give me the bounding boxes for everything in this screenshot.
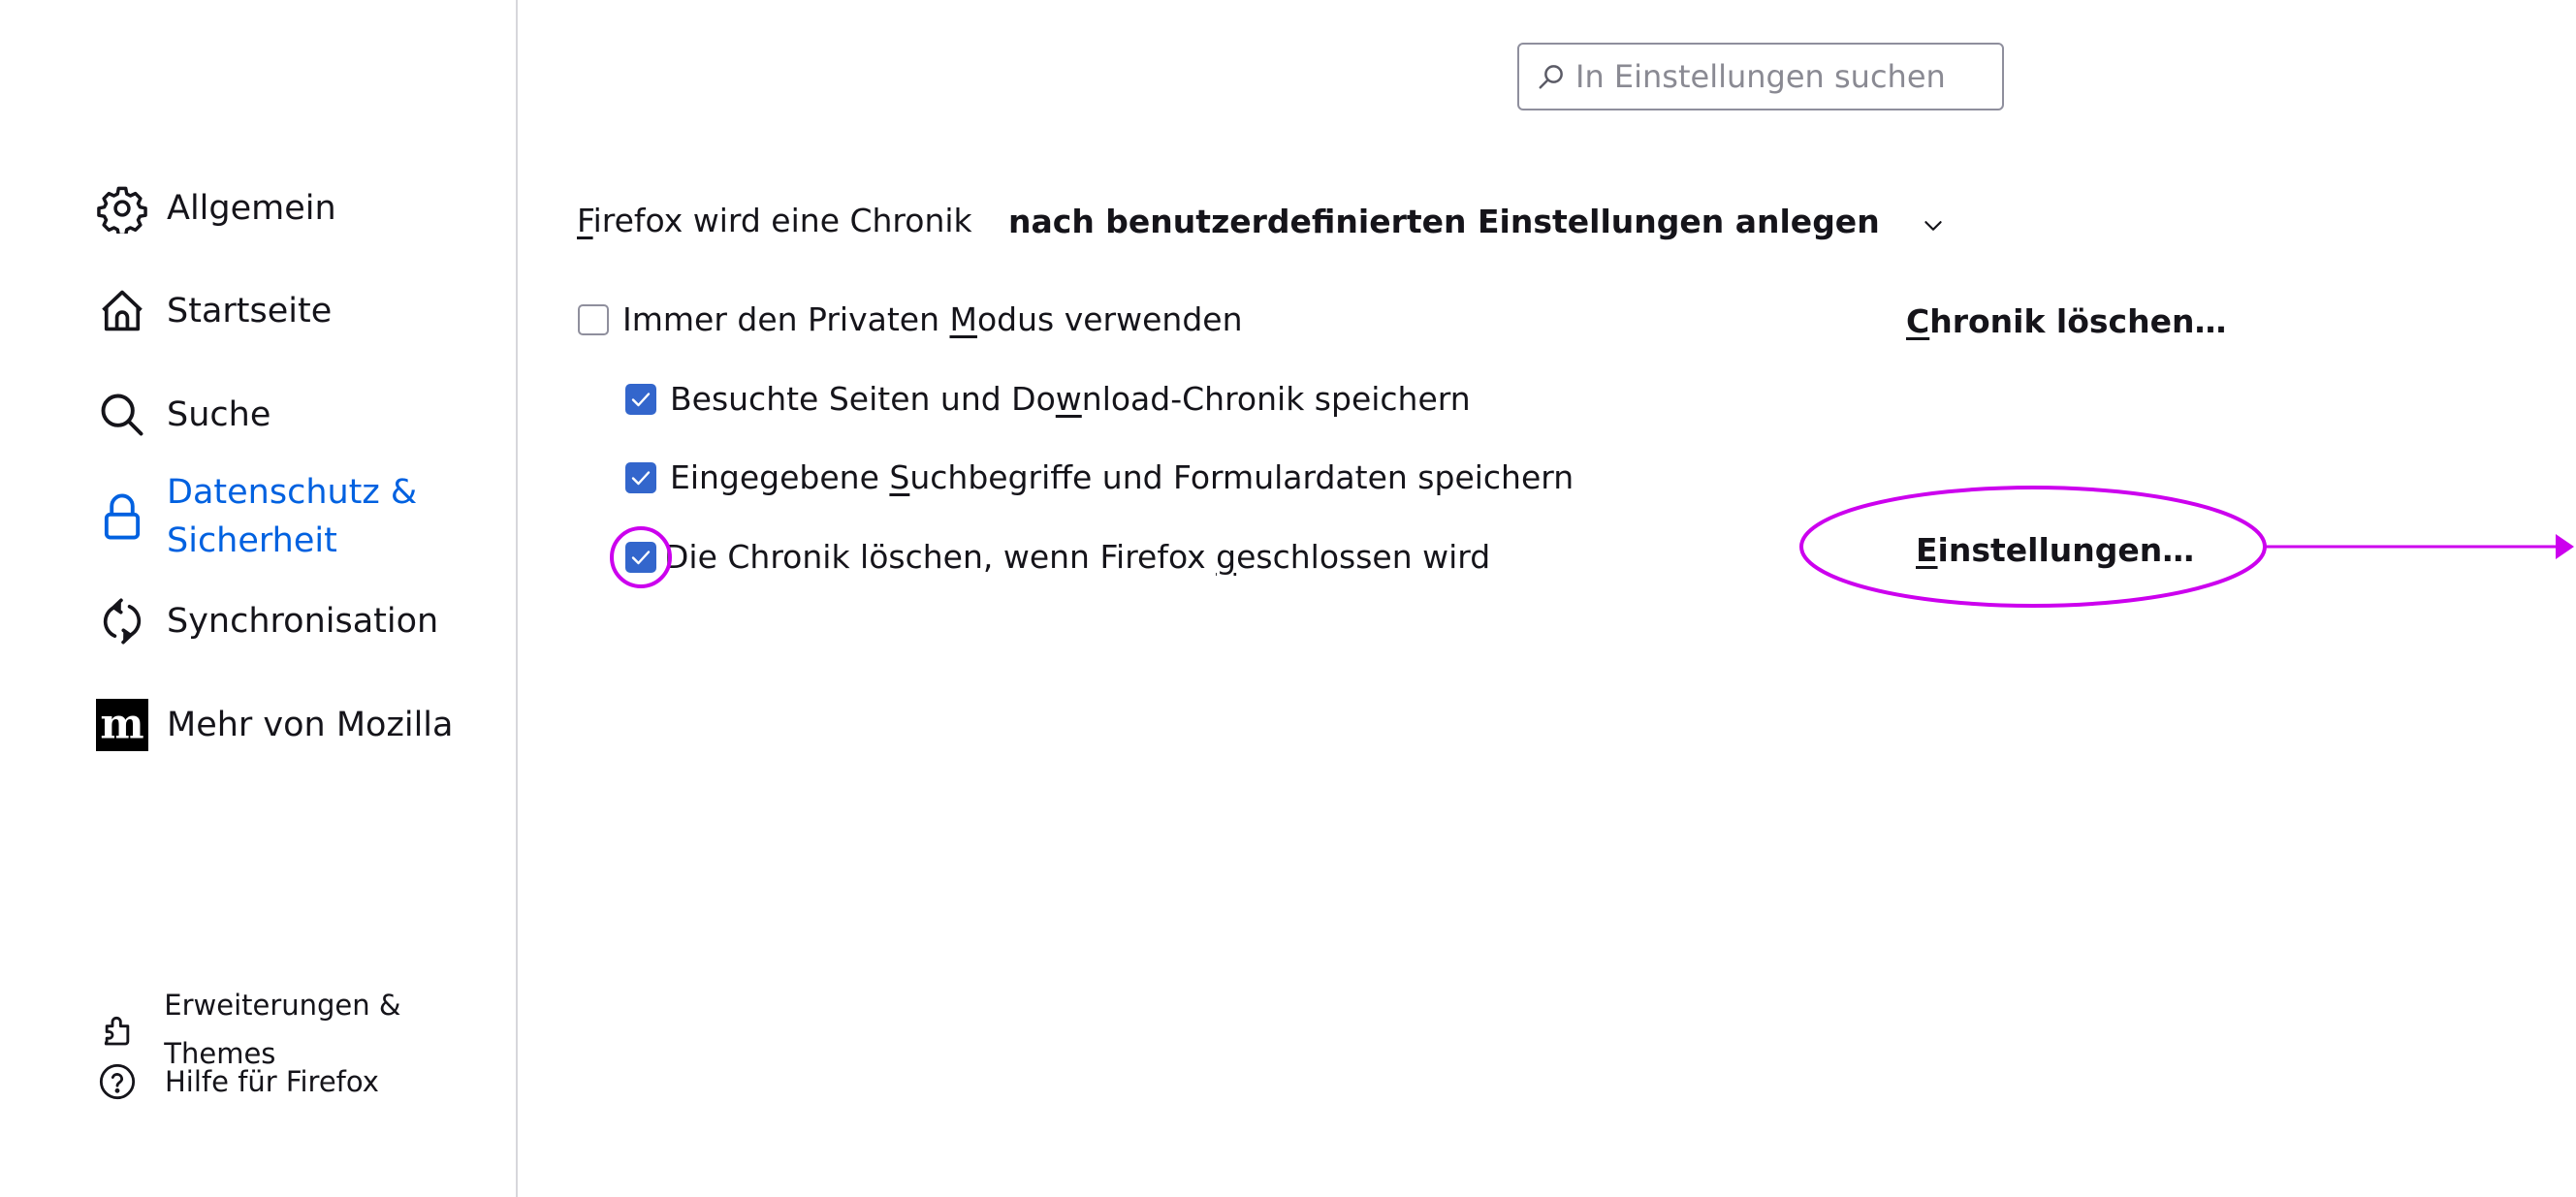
private-mode-checkbox-row[interactable]: Immer den Privaten Modus verwenden: [578, 298, 1243, 342]
chevron-down-icon: [1921, 208, 1946, 234]
access-key: w: [1055, 380, 1082, 418]
label-text: Besuchte Seiten und Do: [670, 380, 1056, 418]
history-mode-label: Firefox wird eine Chronik: [577, 199, 972, 243]
sidebar-item-startseite[interactable]: Startseite: [95, 284, 332, 338]
gear-icon: [95, 181, 149, 236]
access-key: F: [577, 202, 593, 239]
checkbox-clear-on-close[interactable]: [625, 542, 656, 573]
search-field[interactable]: [1517, 43, 2004, 110]
checkmark-icon: [631, 393, 651, 407]
sidebar-item-synchronisation[interactable]: Synchronisation: [95, 594, 438, 648]
clear-on-close-checkbox-row[interactable]: Die Chronik löschen, wenn Firefox geschl…: [625, 535, 1490, 580]
mozilla-m-icon: m: [95, 698, 149, 752]
checkbox-label: Immer den Privaten Modus verwenden: [622, 298, 1243, 342]
history-settings-button[interactable]: Einstellungen…: [1898, 521, 2211, 579]
sidebar-item-label: Synchronisation: [167, 602, 439, 641]
puzzle-icon: [95, 1007, 139, 1052]
access-key: C: [1906, 302, 1930, 340]
label-text: Eingegebene: [670, 458, 890, 496]
sidebar-item-suche[interactable]: Suche: [95, 388, 270, 442]
checkbox-label: Die Chronik löschen, wenn Firefox geschl…: [664, 535, 1490, 580]
sidebar-item-label: Hilfe für Firefox: [165, 1065, 379, 1098]
checkbox-save-search-form[interactable]: [625, 462, 656, 493]
checkbox-label: Eingegebene Suchbegriffe und Formulardat…: [670, 456, 1574, 500]
search-icon: [95, 388, 149, 442]
clear-history-button[interactable]: Chronik löschen…: [1889, 293, 2243, 350]
label-line-1: Datenschutz &: [167, 473, 418, 512]
access-key: g: [1216, 538, 1237, 576]
search-input[interactable]: [1575, 58, 1983, 95]
label-text: Immer den Privaten: [622, 300, 950, 338]
sidebar: Allgemein Startseite Suche Datenschutz &…: [0, 0, 518, 1197]
label-text: irefox wird eine Chronik: [592, 202, 972, 239]
access-key: S: [889, 458, 910, 496]
label-text: eschlossen wird: [1236, 538, 1491, 576]
save-history-checkbox-row[interactable]: Besuchte Seiten und Download-Chronik spe…: [625, 377, 1471, 422]
sidebar-item-mehr-von-mozilla[interactable]: m Mehr von Mozilla: [95, 698, 453, 752]
label-text: uchbegriffe und Formulardaten speichern: [909, 458, 1574, 496]
label-text: Die Chronik löschen, wenn Firefox: [664, 538, 1217, 576]
sidebar-item-allgemein[interactable]: Allgemein: [95, 181, 336, 236]
label-text: odus verwenden: [976, 300, 1243, 338]
annotation-arrow-head-icon: [2556, 534, 2574, 559]
sync-icon: [95, 594, 149, 648]
checkbox-label: Besuchte Seiten und Download-Chronik spe…: [670, 377, 1471, 422]
sidebar-item-label: Mehr von Mozilla: [167, 706, 454, 744]
label-line-2: Sicherheit: [167, 521, 337, 560]
sidebar-item-label: Startseite: [167, 292, 333, 331]
button-label: hronik löschen…: [1929, 302, 2227, 340]
preferences-page: Allgemein Startseite Suche Datenschutz &…: [0, 0, 2576, 1197]
button-label: instellungen…: [1937, 531, 2195, 569]
lock-icon: [95, 489, 149, 544]
sidebar-item-label: Datenschutz & Sicherheit: [167, 468, 417, 565]
access-key: M: [949, 300, 977, 338]
home-icon: [95, 284, 149, 338]
checkbox-private-mode[interactable]: [578, 304, 609, 335]
sidebar-item-label: Allgemein: [167, 189, 336, 228]
svg-text:m: m: [100, 701, 143, 749]
access-key: E: [1916, 531, 1938, 569]
checkmark-icon: [631, 471, 651, 486]
label-text: nload-Chronik speichern: [1081, 380, 1471, 418]
help-icon: [95, 1059, 140, 1104]
search-icon: [1537, 62, 1566, 91]
history-mode-dropdown[interactable]: nach benutzerdefinierten Einstellungen a…: [995, 190, 1963, 252]
checkbox-save-history[interactable]: [625, 384, 656, 415]
dropdown-selected-value: nach benutzerdefinierten Einstellungen a…: [1008, 202, 1880, 240]
checkmark-icon: [631, 551, 651, 565]
sidebar-item-label: Suche: [167, 395, 271, 434]
save-search-form-checkbox-row[interactable]: Eingegebene Suchbegriffe und Formulardat…: [625, 456, 1574, 500]
sidebar-item-hilfe[interactable]: Hilfe für Firefox: [95, 1057, 379, 1106]
sidebar-item-datenschutz[interactable]: Datenschutz & Sicherheit: [95, 468, 417, 565]
